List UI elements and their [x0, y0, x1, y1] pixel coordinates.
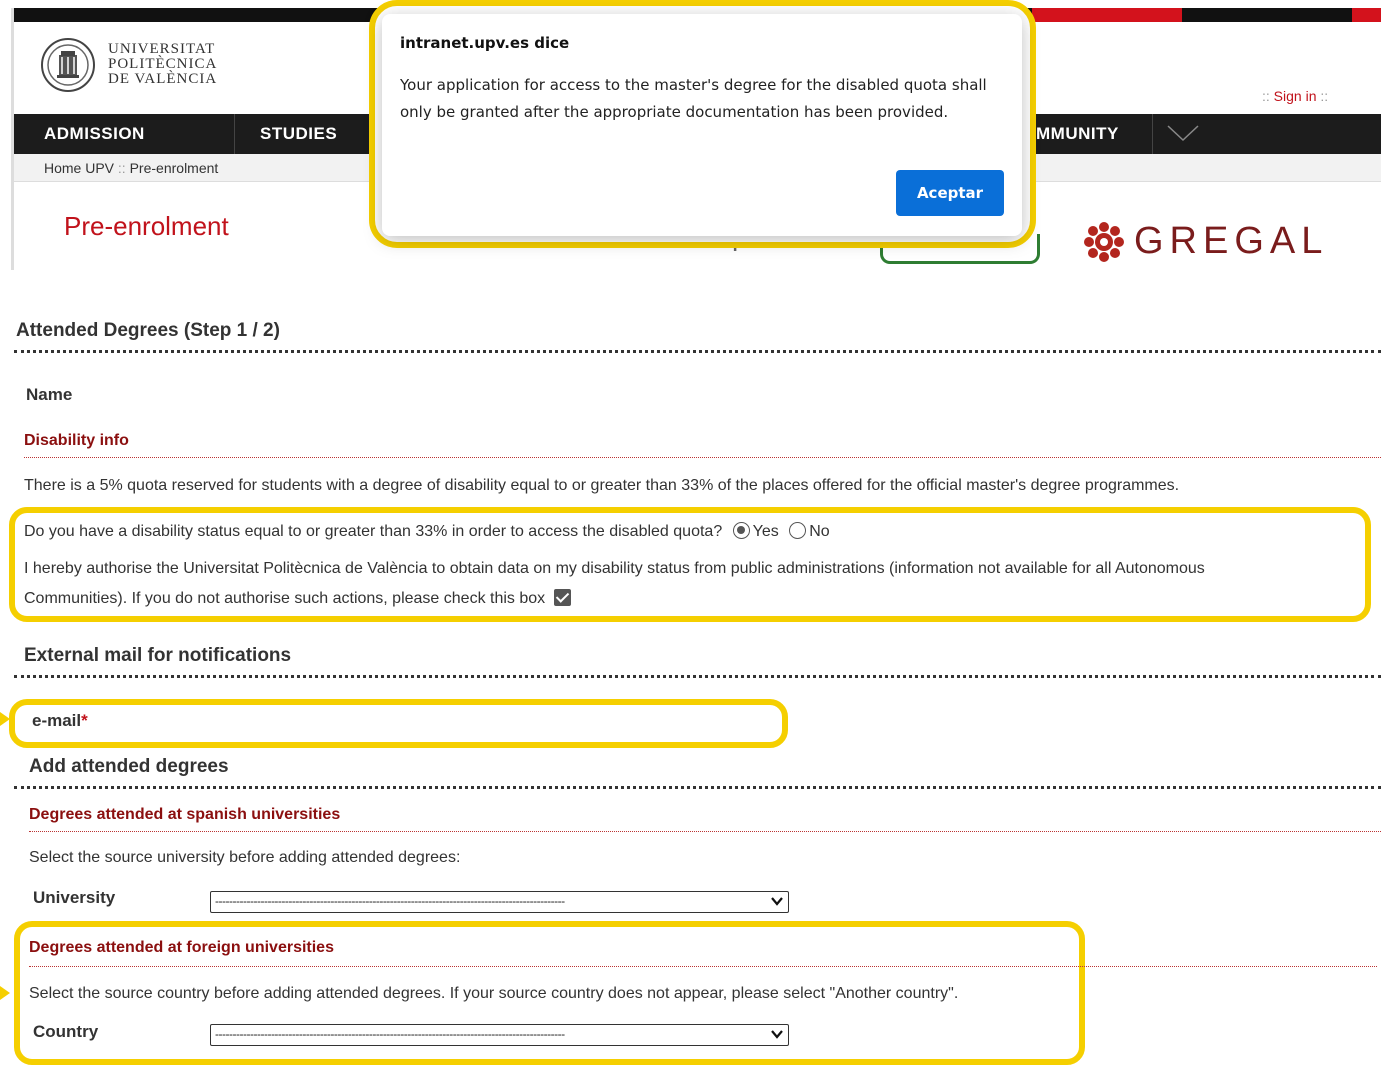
breadcrumb-current: Pre-enrolment [129, 160, 219, 176]
sign-in-link[interactable]: :: Sign in :: [1262, 88, 1328, 104]
step-heading: Attended Degrees (Step 1 / 2) [16, 320, 280, 341]
subsection-divider [29, 831, 1381, 832]
chevron-down-icon [771, 897, 783, 906]
nav-divider [1152, 114, 1153, 154]
authorise-text-line1: I hereby authorise the Universitat Polit… [24, 560, 1205, 577]
chevron-down-icon [771, 1030, 783, 1039]
chevron-down-icon[interactable] [1166, 122, 1200, 146]
upv-logo[interactable]: UNIVERSITAT POLITÈCNICA DE VALÈNCIA [40, 37, 240, 97]
sign-in-suffix: :: [1320, 88, 1329, 104]
university-select-value: ----------------------------------------… [215, 894, 565, 908]
country-select-value: ----------------------------------------… [215, 1027, 565, 1041]
spanish-instruction: Select the source university before addi… [29, 849, 461, 866]
required-mark: * [81, 711, 88, 730]
disability-heading: Disability info [24, 432, 129, 449]
external-mail-heading: External mail for notifications [24, 645, 292, 666]
logo-word-2: POLITÈCNICA [108, 56, 218, 72]
gregal-word: GREGAL [1134, 220, 1329, 262]
radio-yes-label: Yes [752, 523, 779, 540]
top-bar-red-segment [1032, 8, 1182, 22]
gregal-flower-icon [1084, 222, 1124, 262]
email-label-row[interactable]: e-mail* [32, 711, 88, 731]
sign-in-label[interactable]: Sign in [1274, 88, 1317, 104]
radio-no[interactable] [789, 522, 807, 539]
subsection-divider [29, 966, 1377, 967]
disability-question-row: Do you have a disability status equal to… [24, 522, 830, 541]
attended-heading: Add attended degrees [29, 756, 229, 777]
nav-admission[interactable]: ADMISSION [44, 114, 145, 154]
section-divider [14, 675, 1381, 678]
breadcrumb: Home UPV :: Pre-enrolment [44, 160, 218, 176]
subsection-divider [24, 457, 1381, 458]
nav-studies[interactable]: STUDIES [260, 114, 337, 154]
authorise-checkbox[interactable] [553, 589, 571, 606]
section-divider [14, 350, 1381, 353]
university-label: University [33, 888, 116, 907]
foreign-heading: Degrees attended at foreign universities [29, 939, 334, 956]
nav-divider [234, 114, 235, 154]
radio-no-label: No [809, 523, 830, 540]
university-seal-icon [41, 38, 95, 92]
breadcrumb-home[interactable]: Home UPV [44, 160, 114, 176]
logo-word-3: DE VALÈNCIA [108, 71, 218, 87]
radio-yes[interactable] [732, 522, 750, 539]
email-highlight-frame [9, 699, 788, 748]
breadcrumb-separator: :: [117, 160, 126, 176]
spanish-heading: Degrees attended at spanish universities [29, 806, 341, 823]
top-bar-red-segment [1352, 8, 1381, 22]
foreign-instruction: Select the source country before adding … [29, 985, 959, 1002]
sign-in-prefix: :: [1262, 88, 1270, 104]
page-title: Pre-enrolment [64, 211, 229, 241]
nav-community[interactable]: MMUNITY [1036, 114, 1119, 154]
section-divider [14, 786, 1381, 789]
dialog-message: Your application for access to the maste… [400, 76, 987, 121]
dialog-title: intranet.upv.es dice [400, 34, 570, 52]
authorise-text-line2: Communities). If you do not authorise su… [24, 590, 546, 607]
quota-text: There is a 5% quota reserved for student… [24, 477, 1180, 494]
alert-dialog: intranet.upv.es dice Your application fo… [382, 14, 1022, 236]
disability-question: Do you have a disability status equal to… [24, 523, 723, 540]
name-label: Name [26, 385, 73, 404]
accept-button[interactable]: Aceptar [896, 170, 1004, 216]
email-label: e-mail [32, 711, 82, 730]
country-label: Country [33, 1022, 99, 1041]
university-select[interactable]: ----------------------------------------… [210, 891, 789, 913]
authorise-row: Communities). If you do not authorise su… [24, 589, 571, 608]
highlight-pointer [0, 986, 10, 1000]
country-select[interactable]: ----------------------------------------… [210, 1024, 789, 1046]
logo-word-1: UNIVERSITAT [108, 41, 216, 57]
